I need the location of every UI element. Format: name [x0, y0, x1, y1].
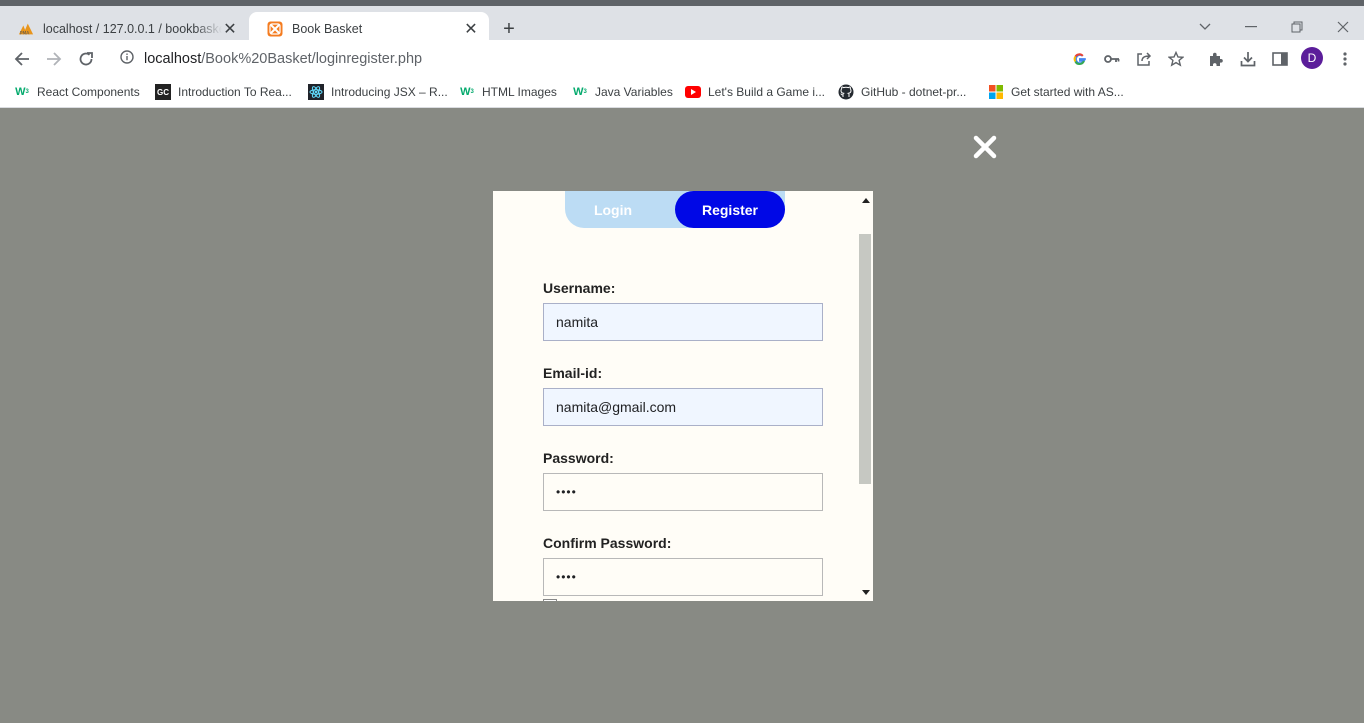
github-icon: [838, 84, 854, 100]
register-toggle-button[interactable]: Register: [675, 191, 785, 228]
browser-toolbar: localhost/Book%20Basket/loginregister.ph…: [0, 40, 1364, 77]
google-icon[interactable]: [1069, 48, 1091, 70]
profile-avatar[interactable]: D: [1301, 47, 1323, 69]
url-text: localhost/Book%20Basket/loginregister.ph…: [144, 51, 422, 67]
bookmark-label: HTML Images: [482, 85, 557, 99]
tab-search-chevron-icon[interactable]: [1185, 14, 1225, 40]
svg-text:PMA: PMA: [20, 30, 30, 36]
form-toggle: Login Register: [565, 191, 785, 228]
bookmark-label: Let's Build a Game i...: [708, 85, 826, 99]
checkbox-partially-visible[interactable]: [543, 599, 557, 601]
back-arrow-icon[interactable]: [9, 46, 35, 72]
bookmark-item[interactable]: Let's Build a Game i...: [685, 81, 825, 103]
react-icon: [308, 84, 324, 100]
bookmark-item[interactable]: W3 HTML Images: [459, 81, 557, 103]
phpmyadmin-icon: PMA: [18, 21, 34, 37]
url-host: localhost: [144, 51, 202, 67]
bookmark-label: Java Variables: [595, 85, 673, 99]
login-register-modal: Login Register Username: namita Email-id…: [493, 191, 873, 601]
download-icon[interactable]: [1237, 48, 1259, 70]
confirm-password-input[interactable]: ••••: [543, 558, 823, 596]
confirm-password-label: Confirm Password:: [543, 535, 672, 551]
gc-icon: GC: [155, 84, 171, 100]
bookmark-label: Get started with AS...: [1011, 85, 1124, 99]
tab-close-icon[interactable]: ✕: [463, 21, 479, 38]
w3schools-icon: W3: [573, 86, 587, 98]
password-label: Password:: [543, 450, 614, 466]
key-icon[interactable]: [1101, 48, 1123, 70]
bookmark-item[interactable]: Get started with AS...: [988, 81, 1124, 103]
extensions-icon[interactable]: [1205, 48, 1227, 70]
xampp-icon: [267, 21, 283, 37]
bookmark-label: GitHub - dotnet-pr...: [861, 85, 967, 99]
scroll-down-arrow-icon[interactable]: [858, 585, 873, 600]
more-menu-icon[interactable]: [1334, 48, 1356, 70]
reload-icon[interactable]: [73, 46, 99, 72]
close-modal-icon[interactable]: [972, 134, 998, 160]
scroll-up-arrow-icon[interactable]: [858, 193, 873, 208]
bookmark-item[interactable]: W3 React Components: [14, 81, 140, 103]
share-icon[interactable]: [1133, 48, 1155, 70]
email-label: Email-id:: [543, 365, 603, 381]
bookmark-item[interactable]: W3 Java Variables: [572, 81, 673, 103]
url-path: /Book%20Basket/loginregister.php: [201, 51, 423, 67]
bookmark-item[interactable]: GC Introduction To Rea...: [155, 81, 292, 103]
w3schools-icon: W3: [15, 86, 29, 98]
tab-title: Book Basket: [292, 22, 363, 36]
tab-close-icon[interactable]: ✕: [222, 21, 238, 38]
info-icon[interactable]: [120, 49, 134, 69]
password-input[interactable]: ••••: [543, 473, 823, 511]
w3schools-icon: W3: [460, 86, 474, 98]
forward-arrow-icon[interactable]: [41, 46, 67, 72]
login-toggle-button[interactable]: Login: [565, 191, 661, 228]
bookmark-item[interactable]: GitHub - dotnet-pr...: [838, 81, 966, 103]
bookmark-item[interactable]: Introducing JSX – R...: [308, 81, 448, 103]
bookmark-label: Introduction To Rea...: [178, 85, 292, 99]
browser-tab-strip: PMA localhost / 127.0.0.1 / bookbasket ✕…: [0, 0, 1364, 46]
bookmark-label: React Components: [37, 85, 140, 99]
tab-title: localhost / 127.0.0.1 / bookbasket: [43, 22, 222, 36]
scrollbar-thumb[interactable]: [859, 234, 871, 484]
side-panel-icon[interactable]: [1269, 48, 1291, 70]
microsoft-icon: [988, 84, 1004, 100]
modal-scrollbar[interactable]: [858, 191, 873, 601]
username-label: Username:: [543, 280, 616, 296]
bookmarks-bar: W3 React Components GC Introduction To R…: [0, 77, 1364, 108]
restore-icon[interactable]: [1277, 14, 1317, 40]
youtube-icon: [685, 84, 701, 100]
bookmark-label: Introducing JSX – R...: [331, 85, 448, 99]
username-input[interactable]: namita: [543, 303, 823, 341]
minimize-icon[interactable]: [1231, 14, 1271, 40]
window-close-icon[interactable]: [1323, 14, 1363, 40]
new-tab-button[interactable]: +: [498, 18, 520, 40]
bookmark-star-icon[interactable]: [1165, 48, 1187, 70]
email-input[interactable]: namita@gmail.com: [543, 388, 823, 426]
